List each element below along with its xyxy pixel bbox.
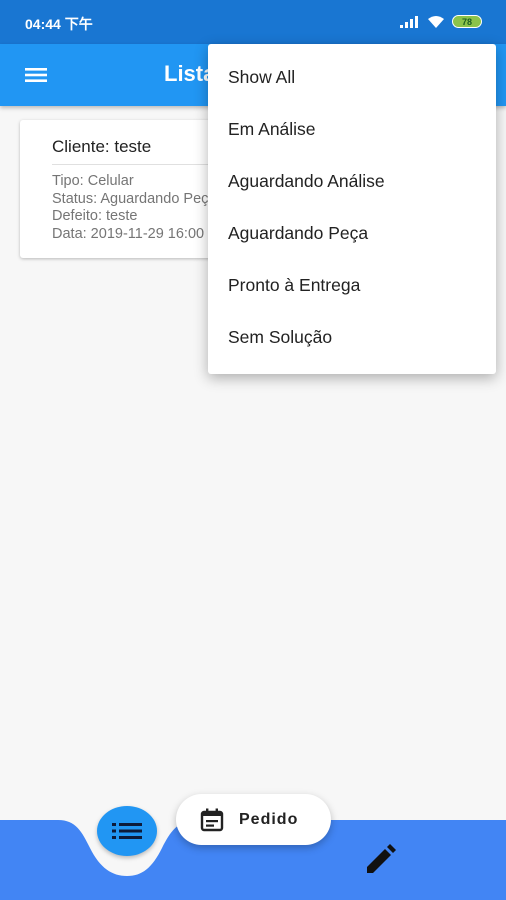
card-client: Cliente: teste [52, 137, 152, 156]
status-bar: 04:44 下午 78 [0, 0, 506, 44]
filter-sem-solucao[interactable]: Sem Solução [208, 311, 496, 363]
wifi-icon [428, 15, 444, 28]
new-pedido-button[interactable]: Pedido [176, 794, 331, 845]
battery-icon: 78 [452, 15, 482, 28]
filter-aguardando-peca[interactable]: Aguardando Peça [208, 207, 496, 259]
filter-em-analise[interactable]: Em Análise [208, 103, 496, 155]
list-icon [112, 823, 142, 839]
calendar-icon [200, 808, 224, 831]
battery-level: 78 [461, 16, 472, 27]
status-time: 04:44 下午 [25, 16, 93, 32]
filter-show-all[interactable]: Show All [208, 51, 496, 103]
card-details: Tipo: Celular Status: Aguardando Peça De… [52, 173, 216, 243]
card-status: Status: Aguardando Peça [52, 190, 217, 207]
filter-pronto-entrega[interactable]: Pronto à Entrega [208, 259, 496, 311]
card-tipo: Tipo: Celular [52, 173, 134, 189]
list-view-button[interactable] [97, 806, 157, 856]
pedido-label: Pedido [239, 810, 299, 828]
card-data: Data: 2019-11-29 16:00 [52, 225, 205, 242]
signal-icon [400, 15, 418, 28]
filter-dropdown: Show All Em Análise Aguardando Análise A… [208, 44, 496, 374]
card-defeito: Defeito: teste [52, 208, 138, 224]
menu-icon[interactable] [22, 62, 50, 88]
status-icons: 78 [400, 15, 482, 28]
edit-icon[interactable] [362, 842, 398, 878]
filter-aguardando-analise[interactable]: Aguardando Análise [208, 155, 496, 207]
